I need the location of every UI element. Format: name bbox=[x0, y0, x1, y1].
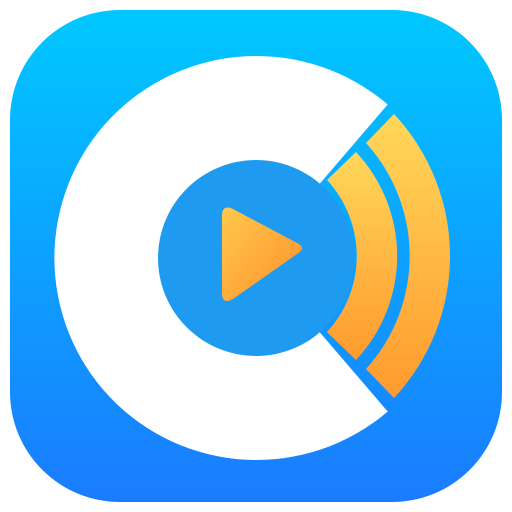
app-icon-graphic bbox=[10, 10, 502, 502]
app-icon[interactable] bbox=[0, 0, 512, 512]
